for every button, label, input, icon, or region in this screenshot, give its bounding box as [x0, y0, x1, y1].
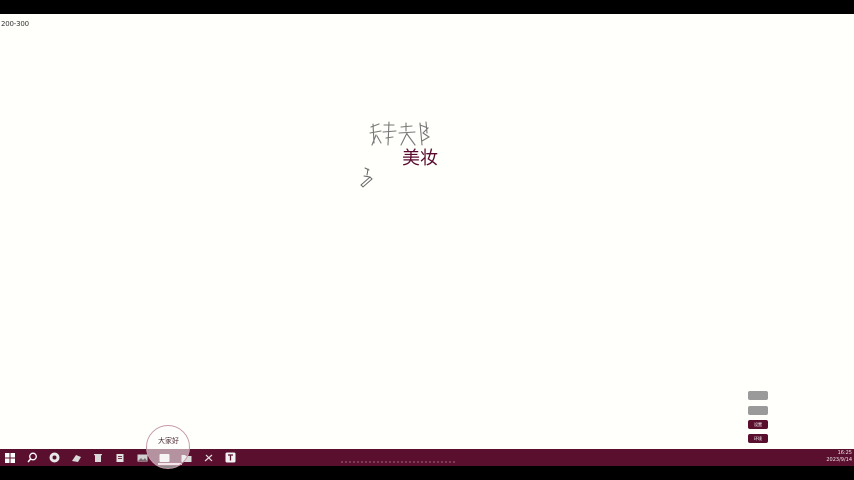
- windows-start-icon[interactable]: [4, 452, 16, 463]
- pen-cursor-icon: [360, 167, 373, 188]
- doc-icon[interactable]: [114, 452, 126, 463]
- app-icon[interactable]: [70, 452, 82, 463]
- side-button-environment[interactable]: 环境: [748, 434, 768, 443]
- chrome-icon[interactable]: [48, 452, 60, 463]
- corner-label: 200-300: [1, 20, 29, 28]
- side-button-2[interactable]: [748, 406, 768, 415]
- clock-date: 2023/9/14: [826, 457, 852, 463]
- text-app-icon[interactable]: [224, 452, 236, 463]
- pin-icon[interactable]: [202, 452, 214, 463]
- cursor-bubble: [146, 425, 190, 469]
- bubble-label: 大家好: [158, 437, 179, 445]
- bin-icon[interactable]: [92, 452, 104, 463]
- whiteboard-canvas[interactable]: 200-300 美妆: [0, 14, 854, 449]
- taskbar: [0, 449, 854, 466]
- taskbar-dotted-divider: [340, 461, 456, 463]
- system-clock[interactable]: 16:25 2023/9/14: [822, 450, 852, 464]
- clock-time: 16:25: [837, 450, 852, 456]
- side-button-settings[interactable]: 设置: [748, 420, 768, 429]
- typed-word: 美妆: [402, 148, 438, 169]
- search-icon[interactable]: [26, 452, 38, 463]
- side-button-1[interactable]: [748, 391, 768, 400]
